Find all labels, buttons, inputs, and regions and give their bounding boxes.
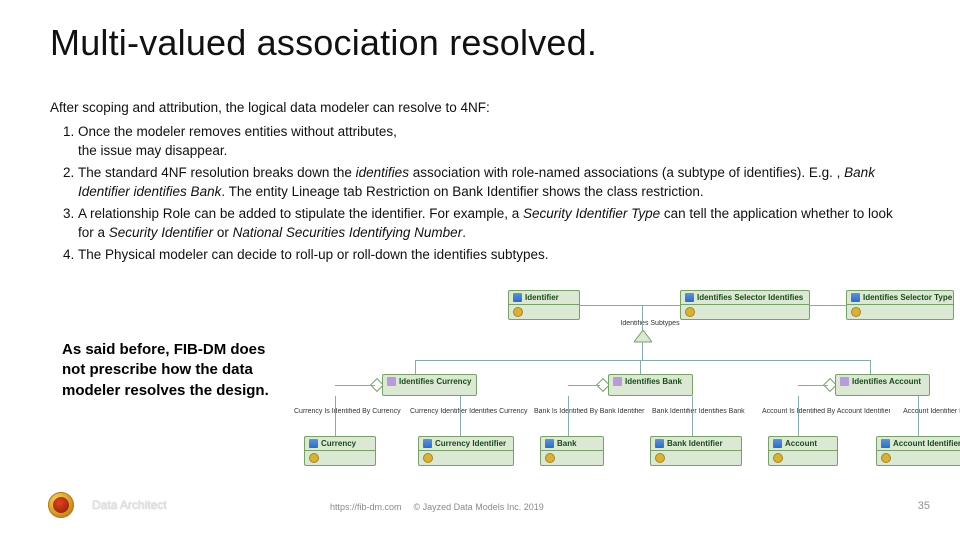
list-item: A relationship Role can be added to stip… [78,204,910,243]
key-icon [423,453,433,463]
key-icon [773,453,783,463]
assoc-label: Account Identifier Identifies Account [894,408,960,415]
slide-title: Multi-valued association resolved. [50,22,597,64]
entity-selector-type: Identifies Selector Type [846,290,954,320]
connector [415,360,416,374]
er-diagram: Identifier Identifies Subtypes Identifie… [300,290,960,480]
numbered-list: Once the modeler removes entities withou… [50,122,910,265]
entity-identifies-currency: Identifies Currency [382,374,477,396]
list-item: The Physical modeler can decide to roll-… [78,245,910,265]
entity-icon [309,439,318,448]
key-icon [881,453,891,463]
badge-icon [48,492,74,518]
connector [810,305,846,306]
slide: Multi-valued association resolved. After… [0,0,960,540]
list-item: The standard 4NF resolution breaks down … [78,163,910,202]
entity-identifies-account: Identifies Account [835,374,930,396]
assoc-icon [613,377,622,386]
entity-bank-identifier: Bank Identifier [650,436,742,466]
entity-bank: Bank [540,436,604,466]
connector [415,360,870,361]
connector [460,396,461,436]
connector [798,385,828,386]
entity-icon [655,439,664,448]
key-icon [851,307,861,317]
label-identifies-subtypes: Identifies Subtypes [605,320,695,327]
connector [692,396,693,436]
page-number: 35 [918,500,930,512]
entity-icon [423,439,432,448]
entity-icon [851,293,860,302]
connector [568,385,600,386]
intro-line: After scoping and attribution, the logic… [50,98,910,118]
assoc-label: Currency Identifier Identifies Currency [410,408,528,415]
subtype-triangle-icon [634,330,652,344]
connector [642,305,643,330]
assoc-label: Account Is Identified By Account Identif… [762,408,890,415]
key-icon [513,307,523,317]
key-icon [545,453,555,463]
connector [568,396,569,436]
connector [798,396,799,436]
entity-identifier: Identifier [508,290,580,320]
key-icon [685,307,695,317]
entity-icon [685,293,694,302]
footer-url: https://fib-dm.com [330,502,402,512]
entity-account: Account [768,436,838,466]
entity-selector-identifies: Identifies Selector Identifies [680,290,810,320]
entity-icon [545,439,554,448]
assoc-label: Bank Identifier Identifies Bank [652,408,758,415]
assoc-label: Bank Is Identified By Bank Identifier [534,408,646,415]
connector [335,385,375,386]
entity-icon [773,439,782,448]
entity-currency: Currency [304,436,376,466]
footer-copyright: © Jayzed Data Models Inc. 2019 [414,502,544,512]
body-text: After scoping and attribution, the logic… [50,98,910,267]
connector [918,396,919,436]
entity-icon [881,439,890,448]
assoc-icon [387,377,396,386]
entity-account-identifier: Account Identifier [876,436,960,466]
footer-center: https://fib-dm.com © Jayzed Data Models … [330,502,544,512]
assoc-label: Currency Is Identified By Currency [294,408,402,415]
assoc-icon [840,377,849,386]
key-icon [309,453,319,463]
footer: Data Architect https://fib-dm.com © Jayz… [0,496,960,522]
connector [640,360,641,374]
connector [870,360,871,374]
entity-currency-identifier: Currency Identifier [418,436,514,466]
connector [580,305,680,306]
callout-text: As said before, FIB-DM does not prescrib… [62,340,287,401]
list-item: Once the modeler removes entities withou… [78,122,910,161]
key-icon [655,453,665,463]
connector [335,396,336,436]
footer-role: Data Architect [92,498,167,512]
entity-icon [513,293,522,302]
connector [642,342,643,360]
entity-identifies-bank: Identifies Bank [608,374,693,396]
